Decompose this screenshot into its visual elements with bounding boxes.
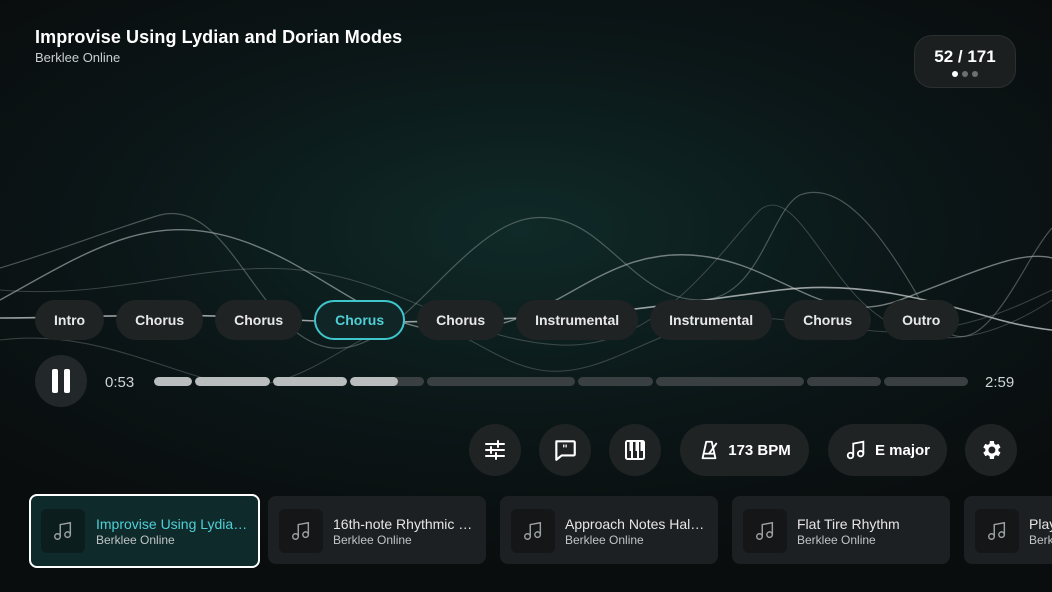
- page-dot: [962, 71, 968, 77]
- progress-segment: [154, 377, 192, 386]
- pause-icon: [52, 369, 58, 393]
- gear-icon: [983, 441, 1001, 459]
- music-note-icon: [292, 521, 310, 540]
- piano-button[interactable]: [609, 424, 661, 476]
- section-chip-outro[interactable]: Outro: [883, 300, 960, 340]
- progress-segment: [427, 377, 575, 386]
- tempo-value: 173 BPM: [728, 441, 791, 459]
- progress-bar[interactable]: [154, 377, 968, 386]
- equalizer-button[interactable]: [469, 424, 521, 476]
- piano-icon: [625, 440, 645, 460]
- card-thumbnail: [975, 509, 1019, 553]
- playlist-card[interactable]: 16th-note Rhythmic Patterns Berklee Onli…: [268, 496, 486, 564]
- page-dot: [972, 71, 978, 77]
- lyrics-button[interactable]: ": [539, 424, 591, 476]
- card-thumbnail: [41, 509, 85, 553]
- svg-text:": ": [562, 443, 568, 456]
- section-chip-chorus[interactable]: Chorus: [116, 300, 204, 340]
- progress-segment: [350, 377, 424, 386]
- playlist-card[interactable]: Play Berklee Online: [964, 496, 1052, 564]
- progress-segment: [578, 377, 653, 386]
- key-value: E major: [874, 441, 931, 459]
- lyrics-icon: ": [555, 440, 576, 461]
- section-chip-chorus[interactable]: Chorus: [784, 300, 872, 340]
- music-note-icon: [988, 521, 1006, 540]
- card-artist: Berklee Online: [565, 533, 644, 547]
- key-button[interactable]: E major: [828, 424, 947, 476]
- card-thumbnail: [743, 509, 787, 553]
- section-chips: Intro Chorus Chorus Chorus Chorus Instru…: [35, 300, 960, 340]
- page-dot: [952, 71, 958, 77]
- playlist-card-active[interactable]: Improvise Using Lydian and Dorian Modes …: [29, 494, 260, 568]
- card-thumbnail: [511, 509, 555, 553]
- card-artist: Berklee Online: [1029, 533, 1052, 547]
- settings-button[interactable]: [965, 424, 1017, 476]
- total-duration: 2:59: [985, 374, 1015, 391]
- metronome-icon: [701, 440, 718, 460]
- card-artist: Berklee Online: [797, 533, 876, 547]
- music-note-icon: [756, 521, 774, 540]
- card-thumbnail: [279, 509, 323, 553]
- pause-button[interactable]: [35, 355, 87, 407]
- card-artist: Berklee Online: [96, 533, 175, 547]
- section-chip-chorus-active[interactable]: Chorus: [314, 300, 406, 340]
- progress-segment: [195, 377, 270, 386]
- track-counter-text: 52 / 171: [934, 47, 996, 66]
- section-chip-instrumental[interactable]: Instrumental: [650, 300, 773, 340]
- music-note-icon: [846, 440, 865, 460]
- progress-segment: [807, 377, 881, 386]
- section-chip-intro[interactable]: Intro: [35, 300, 105, 340]
- card-title: 16th-note Rhythmic Patterns: [333, 516, 476, 532]
- music-note-icon: [54, 521, 72, 540]
- song-artist: Berklee Online: [35, 50, 121, 65]
- card-artist: Berklee Online: [333, 533, 412, 547]
- card-title: Approach Notes Half Step: [565, 516, 708, 532]
- music-note-icon: [524, 521, 542, 540]
- page-indicator: [915, 71, 1015, 77]
- elapsed-time: 0:53: [105, 374, 135, 391]
- section-chip-chorus[interactable]: Chorus: [417, 300, 505, 340]
- tempo-button[interactable]: 173 BPM: [680, 424, 809, 476]
- section-chip-instrumental[interactable]: Instrumental: [516, 300, 639, 340]
- card-title: Improvise Using Lydian and Dorian Modes: [96, 516, 248, 532]
- playlist-carousel: Improvise Using Lydian and Dorian Modes …: [29, 494, 1052, 568]
- playlist-card[interactable]: Approach Notes Half Step Berklee Online: [500, 496, 718, 564]
- progress-segment: [656, 377, 804, 386]
- progress-segment: [273, 377, 347, 386]
- card-title: Play: [1029, 516, 1052, 532]
- equalizer-icon: [485, 440, 505, 460]
- progress-segment: [884, 377, 968, 386]
- playlist-card[interactable]: Flat Tire Rhythm Berklee Online: [732, 496, 950, 564]
- pause-icon: [64, 369, 70, 393]
- section-chip-chorus[interactable]: Chorus: [215, 300, 303, 340]
- track-counter: 52 / 171: [914, 35, 1016, 88]
- song-title: Improvise Using Lydian and Dorian Modes: [35, 27, 403, 47]
- card-title: Flat Tire Rhythm: [797, 516, 900, 532]
